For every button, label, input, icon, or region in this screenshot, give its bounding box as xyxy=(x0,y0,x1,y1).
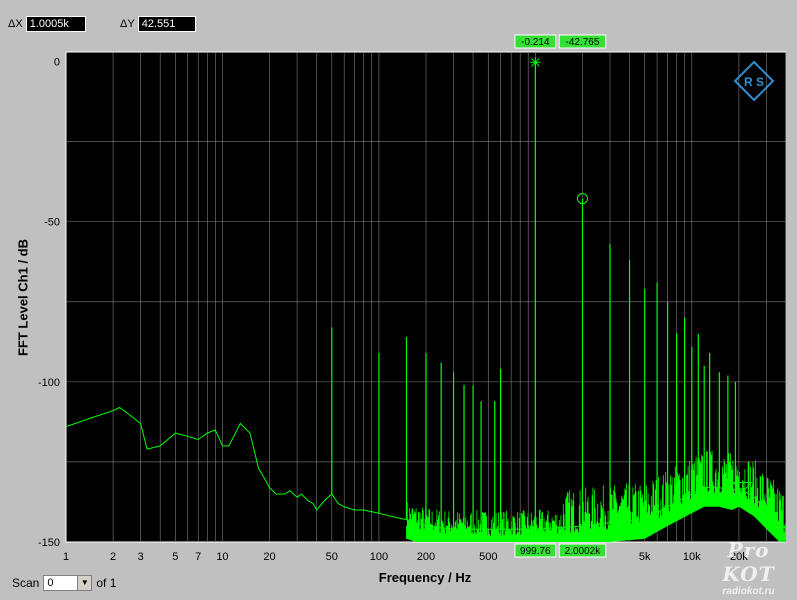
scan-select[interactable]: 0 ▼ xyxy=(43,575,93,591)
chevron-down-icon[interactable]: ▼ xyxy=(77,576,92,590)
y-tick-label: -150 xyxy=(38,537,60,549)
cursor1-asterisk-icon xyxy=(530,57,541,68)
cursor2-y-readout-text: -42.765 xyxy=(565,37,599,48)
rs-logo-text: R S xyxy=(744,75,764,89)
watermark: Pro KOT radiokot.ru xyxy=(700,538,797,597)
x-tick-label: 1 xyxy=(63,551,69,563)
watermark-url: radiokot.ru xyxy=(722,586,775,597)
x-tick-label: 3 xyxy=(138,551,144,563)
x-axis-title: Frequency / Hz xyxy=(378,570,472,585)
x-tick-label: 5k xyxy=(639,551,651,563)
x-tick-label: 20 xyxy=(263,551,275,563)
scan-select-value: 0 xyxy=(47,577,54,589)
scan-of-label: of 1 xyxy=(96,576,117,590)
x-tick-label: 500 xyxy=(479,551,497,563)
y-tick-label: 0 xyxy=(54,57,60,69)
y-axis-title: FFT Level Ch1 / dB xyxy=(15,239,31,357)
x-tick-label: 7 xyxy=(195,551,201,563)
scan-control: Scan 0 ▼ of 1 xyxy=(12,575,116,591)
x-tick-label: 50 xyxy=(326,551,338,563)
scan-label: Scan xyxy=(12,576,40,590)
y-tick-label: -50 xyxy=(44,217,60,229)
x-tick-label: 10 xyxy=(216,551,228,563)
x-tick-label: 2 xyxy=(110,551,116,563)
watermark-logo-text: Pro KOT xyxy=(722,538,775,586)
fft-chart[interactable]: 1 2 3 5 7 10 20 50 100 200 500 5k 10k 20k0-50-100-150… xyxy=(0,0,797,600)
x-tick-label: 10k xyxy=(683,551,701,563)
x-tick-label: 100 xyxy=(370,551,388,563)
x-tick-label: 200 xyxy=(417,551,435,563)
cursor1-x-readout-text: 999.76 xyxy=(520,546,551,557)
y-tick-label: -100 xyxy=(38,377,60,389)
cursor1-y-readout-text: -0.214 xyxy=(521,37,550,48)
cursor2-x-readout-text: 2.0002k xyxy=(565,546,602,557)
x-tick-label: 5 xyxy=(172,551,178,563)
